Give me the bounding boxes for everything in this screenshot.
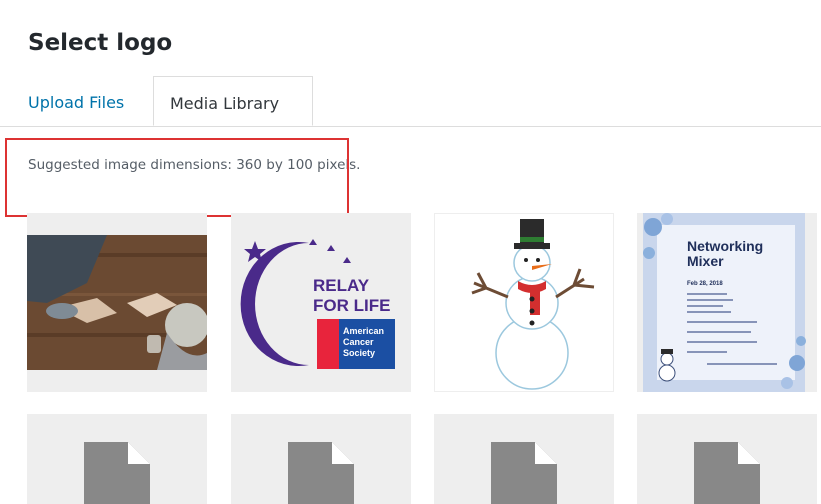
file-icon (434, 414, 614, 504)
flyer-date: Feb 28, 2018 (687, 281, 723, 287)
tab-upload-files[interactable]: Upload Files (28, 93, 124, 112)
file-icon (231, 414, 411, 504)
photo-handshake-image (27, 213, 207, 392)
acs-text-3: Society (343, 348, 375, 358)
tabs-divider (0, 126, 821, 127)
file-icon (27, 414, 207, 504)
acs-text-1: American (343, 326, 384, 336)
annotation-highlight-box (5, 138, 349, 217)
media-item-document[interactable] (434, 414, 614, 504)
media-item-networking-mixer[interactable]: Networking Mixer Feb 28, 2018 (637, 213, 817, 392)
media-item-document[interactable] (637, 414, 817, 504)
media-tabs: Upload Files Media Library (0, 76, 821, 128)
flyer-title-1: Networking (687, 238, 763, 254)
media-item-document[interactable] (231, 414, 411, 504)
media-item-snowman[interactable] (434, 213, 614, 392)
for-life-text: FOR LIFE (313, 296, 390, 315)
acs-text-2: Cancer (343, 337, 374, 347)
snowman-clipart (434, 213, 614, 392)
file-icon (637, 414, 817, 504)
tab-media-library-label: Media Library (170, 94, 280, 113)
modal-title: Select logo (28, 30, 173, 56)
media-item-relay-for-life[interactable]: RELAY FOR LIFE American Cancer Society (231, 213, 411, 392)
tab-media-library[interactable]: Media Library (153, 76, 313, 126)
media-item-photo[interactable] (27, 213, 207, 392)
flyer-title-2: Mixer (687, 253, 724, 269)
relay-text: RELAY (313, 276, 370, 295)
relay-for-life-logo: RELAY FOR LIFE American Cancer Society (231, 213, 411, 392)
media-item-document[interactable] (27, 414, 207, 504)
networking-mixer-flyer: Networking Mixer Feb 28, 2018 (637, 213, 817, 392)
